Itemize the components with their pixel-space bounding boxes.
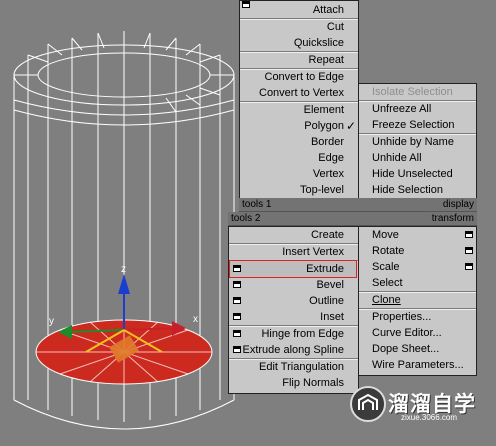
header-tools1: tools 1 bbox=[239, 198, 359, 212]
menu-item-freeze-selection[interactable]: Freeze Selection bbox=[359, 117, 476, 133]
settings-box-icon[interactable] bbox=[233, 281, 241, 288]
menu-item-vertex[interactable]: Vertex bbox=[240, 166, 358, 182]
menu-item-clone[interactable]: Clone bbox=[359, 292, 476, 308]
menu-item-unfreeze-all[interactable]: Unfreeze All bbox=[359, 101, 476, 117]
gizmo-z-label: z bbox=[121, 264, 126, 275]
header-display: display bbox=[358, 198, 477, 212]
gizmo-y-label: y bbox=[49, 316, 54, 327]
menu-item-element[interactable]: Element bbox=[240, 102, 358, 118]
settings-box-icon[interactable] bbox=[233, 346, 241, 353]
menu-item-border[interactable]: Border bbox=[240, 134, 358, 150]
menu-item-unhide-all[interactable]: Unhide All bbox=[359, 150, 476, 166]
menu-item-top-level[interactable]: Top-level bbox=[240, 182, 358, 198]
check-icon: ✓ bbox=[345, 119, 356, 133]
menu-item-dope-sheet[interactable]: Dope Sheet... bbox=[359, 341, 476, 357]
menu-item-quickslice[interactable]: Quickslice bbox=[240, 35, 358, 51]
settings-box-icon[interactable] bbox=[465, 263, 473, 270]
menu-item-convert-to-vertex[interactable]: Convert to Vertex bbox=[240, 85, 358, 101]
settings-box-icon[interactable] bbox=[465, 231, 473, 238]
menu-item-edit-triangulation[interactable]: Edit Triangulation bbox=[229, 359, 358, 375]
gizmo-x-label: x bbox=[193, 314, 198, 325]
menu-item-hinge-from-edge[interactable]: Hinge from Edge bbox=[229, 326, 358, 342]
menu-item-outline[interactable]: Outline bbox=[229, 293, 358, 309]
menu-item-convert-to-edge[interactable]: Convert to Edge bbox=[240, 69, 358, 85]
menu-item-move[interactable]: Move bbox=[359, 227, 476, 243]
menu-item-cut[interactable]: Cut bbox=[240, 19, 358, 35]
menu-item-flip-normals[interactable]: Flip Normals bbox=[229, 375, 358, 391]
menu-item-extrude-along-spline[interactable]: Extrude along Spline bbox=[229, 342, 358, 358]
settings-box-icon[interactable] bbox=[233, 265, 241, 272]
menu-item-bevel[interactable]: Bevel bbox=[229, 277, 358, 293]
menu-item-rotate[interactable]: Rotate bbox=[359, 243, 476, 259]
menu-item-scale[interactable]: Scale bbox=[359, 259, 476, 275]
menu-item-extrude[interactable]: Extrude bbox=[229, 261, 358, 277]
menu-item-create[interactable]: Create bbox=[229, 227, 358, 243]
menu-item-inset[interactable]: Inset bbox=[229, 309, 358, 325]
menu-item-curve-editor[interactable]: Curve Editor... bbox=[359, 325, 476, 341]
watermark: 溜溜自学 zixue.3066.com bbox=[346, 378, 496, 446]
watermark-logo-icon bbox=[350, 386, 386, 422]
watermark-url: zixue.3066.com bbox=[401, 413, 458, 422]
settings-box-icon[interactable] bbox=[242, 1, 250, 8]
header-transform: transform bbox=[358, 212, 477, 226]
settings-box-icon[interactable] bbox=[233, 313, 241, 320]
menu-item-wire-parameters[interactable]: Wire Parameters... bbox=[359, 357, 476, 373]
menu-item-select[interactable]: Select bbox=[359, 275, 476, 291]
menu-item-hide-unselected[interactable]: Hide Unselected bbox=[359, 166, 476, 182]
menu-item-repeat[interactable]: Repeat bbox=[240, 52, 358, 68]
menu-item-edge[interactable]: Edge bbox=[240, 150, 358, 166]
settings-box-icon[interactable] bbox=[233, 330, 241, 337]
menu-item-unhide-by-name[interactable]: Unhide by Name bbox=[359, 134, 476, 150]
menu-item-properties[interactable]: Properties... bbox=[359, 309, 476, 325]
menu-item-isolate-selection: Isolate Selection bbox=[372, 86, 453, 98]
menu-item-hide-selection[interactable]: Hide Selection bbox=[359, 182, 476, 198]
menu-item-insert-vertex[interactable]: Insert Vertex bbox=[229, 244, 358, 260]
settings-box-icon[interactable] bbox=[465, 247, 473, 254]
header-tools2: tools 2 bbox=[228, 212, 359, 226]
settings-box-icon[interactable] bbox=[233, 297, 241, 304]
menu-item-polygon[interactable]: Polygon ✓ bbox=[240, 118, 358, 134]
menu-item-attach[interactable]: Attach bbox=[240, 1, 358, 18]
